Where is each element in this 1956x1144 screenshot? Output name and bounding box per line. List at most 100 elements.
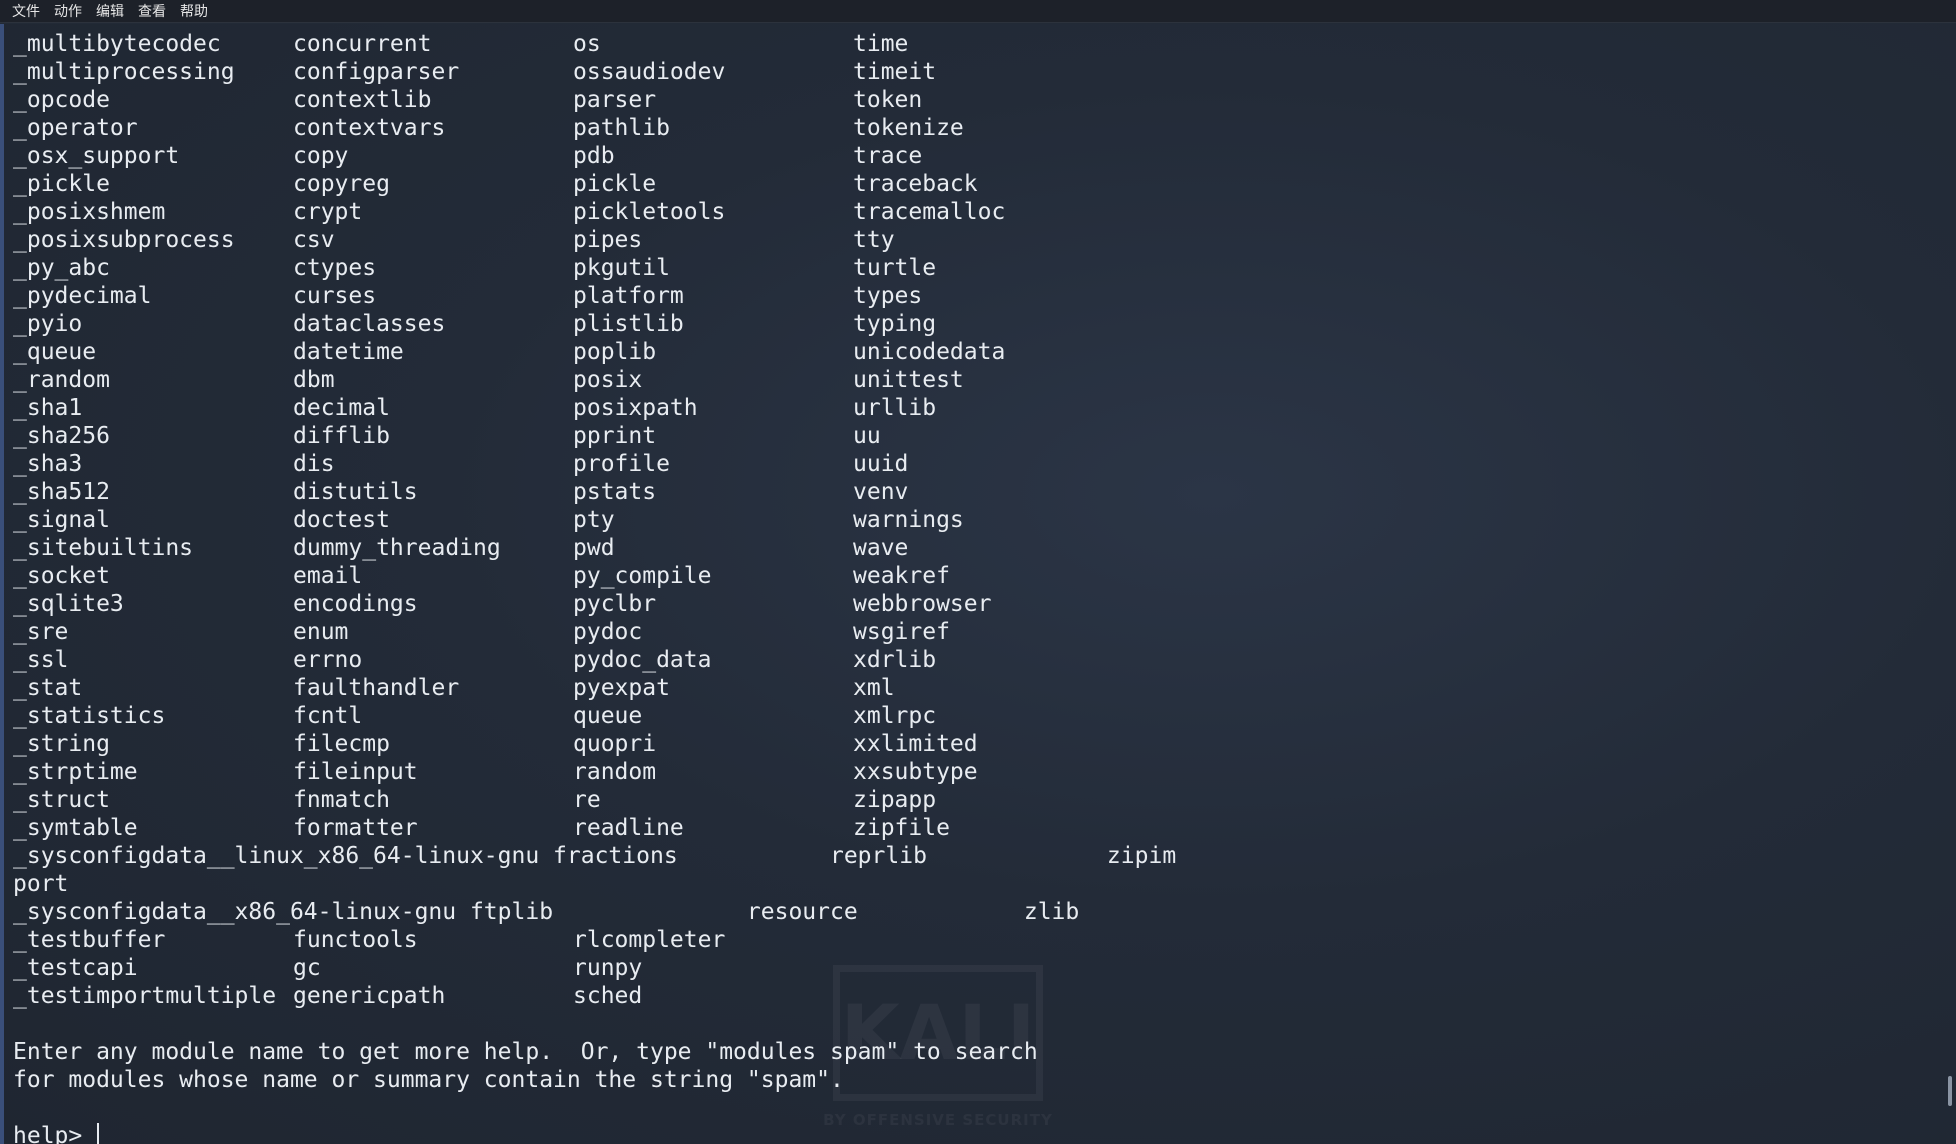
module-name: platform (573, 283, 684, 309)
module-row: _opcode contextlib parser token (13, 86, 1176, 114)
scrollbar[interactable] (1942, 24, 1956, 1144)
wrapped-line: _sysconfigdata__x86_64-linux-gnu ftplib … (13, 899, 1080, 925)
module-name: pickletools (573, 199, 726, 225)
module-name: queue (573, 703, 643, 729)
module-row: _symtable formatter readline zipfile (13, 814, 1176, 842)
module-name: random (573, 759, 657, 785)
module-name: contextlib (293, 87, 432, 113)
menu-action[interactable]: 动作 (54, 1, 82, 21)
menu-help[interactable]: 帮助 (180, 1, 208, 21)
module-name: re (573, 787, 601, 813)
module-name: wave (853, 535, 909, 561)
module-row: _py_abc ctypes pkgutil turtle (13, 254, 1176, 282)
module-name: faulthandler (293, 675, 460, 701)
module-name: unicodedata (853, 339, 1006, 365)
terminal-output: _multibytecodec concurrent os time _multipro… (13, 30, 1176, 1144)
module-name: pdb (573, 143, 615, 169)
module-row: _stat faulthandler pyexpat xml (13, 674, 1176, 702)
module-name: filecmp (293, 731, 390, 757)
module-name: _stat (13, 675, 83, 701)
module-name: contextvars (293, 115, 446, 141)
module-name: _posixshmem (13, 199, 166, 225)
module-row: _sitebuiltins dummy_threading pwd wave (13, 534, 1176, 562)
help-text: Enter any module name to get more help. … (13, 1039, 1038, 1065)
module-name: curses (293, 283, 377, 309)
module-name: runpy (573, 955, 643, 981)
menu-edit[interactable]: 编辑 (96, 1, 124, 21)
module-name: configparser (293, 59, 460, 85)
module-row: _pickle copyreg pickle traceback (13, 170, 1176, 198)
terminal-area[interactable]: KALI BY OFFENSIVE SECURITY _multibytecod… (0, 24, 1956, 1144)
module-name: time (853, 31, 909, 57)
module-row: _posixsubprocess csv pipes tty (13, 226, 1176, 254)
module-row: _socket email py_compile weakref (13, 562, 1176, 590)
module-row: _random dbm posix unittest (13, 366, 1176, 394)
module-name: _testbuffer (13, 927, 166, 953)
module-name: turtle (853, 255, 937, 281)
module-row: _sha256 difflib pprint uu (13, 422, 1176, 450)
module-name: uuid (853, 451, 909, 477)
module-name: plistlib (573, 311, 684, 337)
module-name: ossaudiodev (573, 59, 726, 85)
module-name: distutils (293, 479, 418, 505)
module-name: xxlimited (853, 731, 978, 757)
module-name: pyexpat (573, 675, 670, 701)
module-name: pprint (573, 423, 657, 449)
module-row: _sre enum pydoc wsgiref (13, 618, 1176, 646)
module-name: pkgutil (573, 255, 670, 281)
module-name: token (853, 87, 923, 113)
module-name: difflib (293, 423, 390, 449)
module-row: _string filecmp quopri xxlimited (13, 730, 1176, 758)
module-name: pyclbr (573, 591, 657, 617)
module-name: trace (853, 143, 923, 169)
module-name: fnmatch (293, 787, 390, 813)
module-row: _posixshmem crypt pickletools tracemalloc (13, 198, 1176, 226)
module-name: crypt (293, 199, 363, 225)
module-name: unittest (853, 367, 964, 393)
menu-view[interactable]: 查看 (138, 1, 166, 21)
module-name: _testimportmultiple (13, 983, 277, 1009)
module-name: ctypes (293, 255, 377, 281)
module-name: copy (293, 143, 349, 169)
module-name: pydoc (573, 619, 643, 645)
module-name: pickle (573, 171, 657, 197)
module-name: typing (853, 311, 937, 337)
command-prompt[interactable]: help> (13, 1122, 1176, 1144)
module-name: os (573, 31, 601, 57)
module-name: _opcode (13, 87, 110, 113)
module-name: posixpath (573, 395, 698, 421)
menu-file[interactable]: 文件 (12, 1, 40, 21)
module-name: _string (13, 731, 110, 757)
module-name: _py_abc (13, 255, 110, 281)
module-row: _operator contextvars pathlib tokenize (13, 114, 1176, 142)
module-name: dis (293, 451, 335, 477)
module-name: dbm (293, 367, 335, 393)
text-cursor (97, 1123, 100, 1144)
menubar: 文件 动作 编辑 查看 帮助 (0, 0, 1956, 23)
module-name: quopri (573, 731, 657, 757)
module-name: tokenize (853, 115, 964, 141)
scrollbar-thumb[interactable] (1948, 1076, 1952, 1106)
module-name: errno (293, 647, 363, 673)
module-name: rlcompleter (573, 927, 726, 953)
module-row: _testimportmultiple genericpath sched (13, 982, 1176, 1010)
module-name: traceback (853, 171, 978, 197)
module-name: posix (573, 367, 643, 393)
module-name: weakref (853, 563, 950, 589)
module-row: _sqlite3 encodings pyclbr webbrowser (13, 590, 1176, 618)
module-name: tty (853, 227, 895, 253)
module-name: doctest (293, 507, 390, 533)
module-name: _pydecimal (13, 283, 152, 309)
module-name: _queue (13, 339, 97, 365)
module-row: _struct fnmatch re zipapp (13, 786, 1176, 814)
module-row: _sha3 dis profile uuid (13, 450, 1176, 478)
module-name: _signal (13, 507, 110, 533)
module-name: venv (853, 479, 909, 505)
module-name: zipfile (853, 815, 950, 841)
module-row: _statistics fcntl queue xmlrpc (13, 702, 1176, 730)
module-name: _multiprocessing (13, 59, 235, 85)
module-name: readline (573, 815, 684, 841)
module-row: _ssl errno pydoc_data xdrlib (13, 646, 1176, 674)
module-row: _sha1 decimal posixpath urllib (13, 394, 1176, 422)
